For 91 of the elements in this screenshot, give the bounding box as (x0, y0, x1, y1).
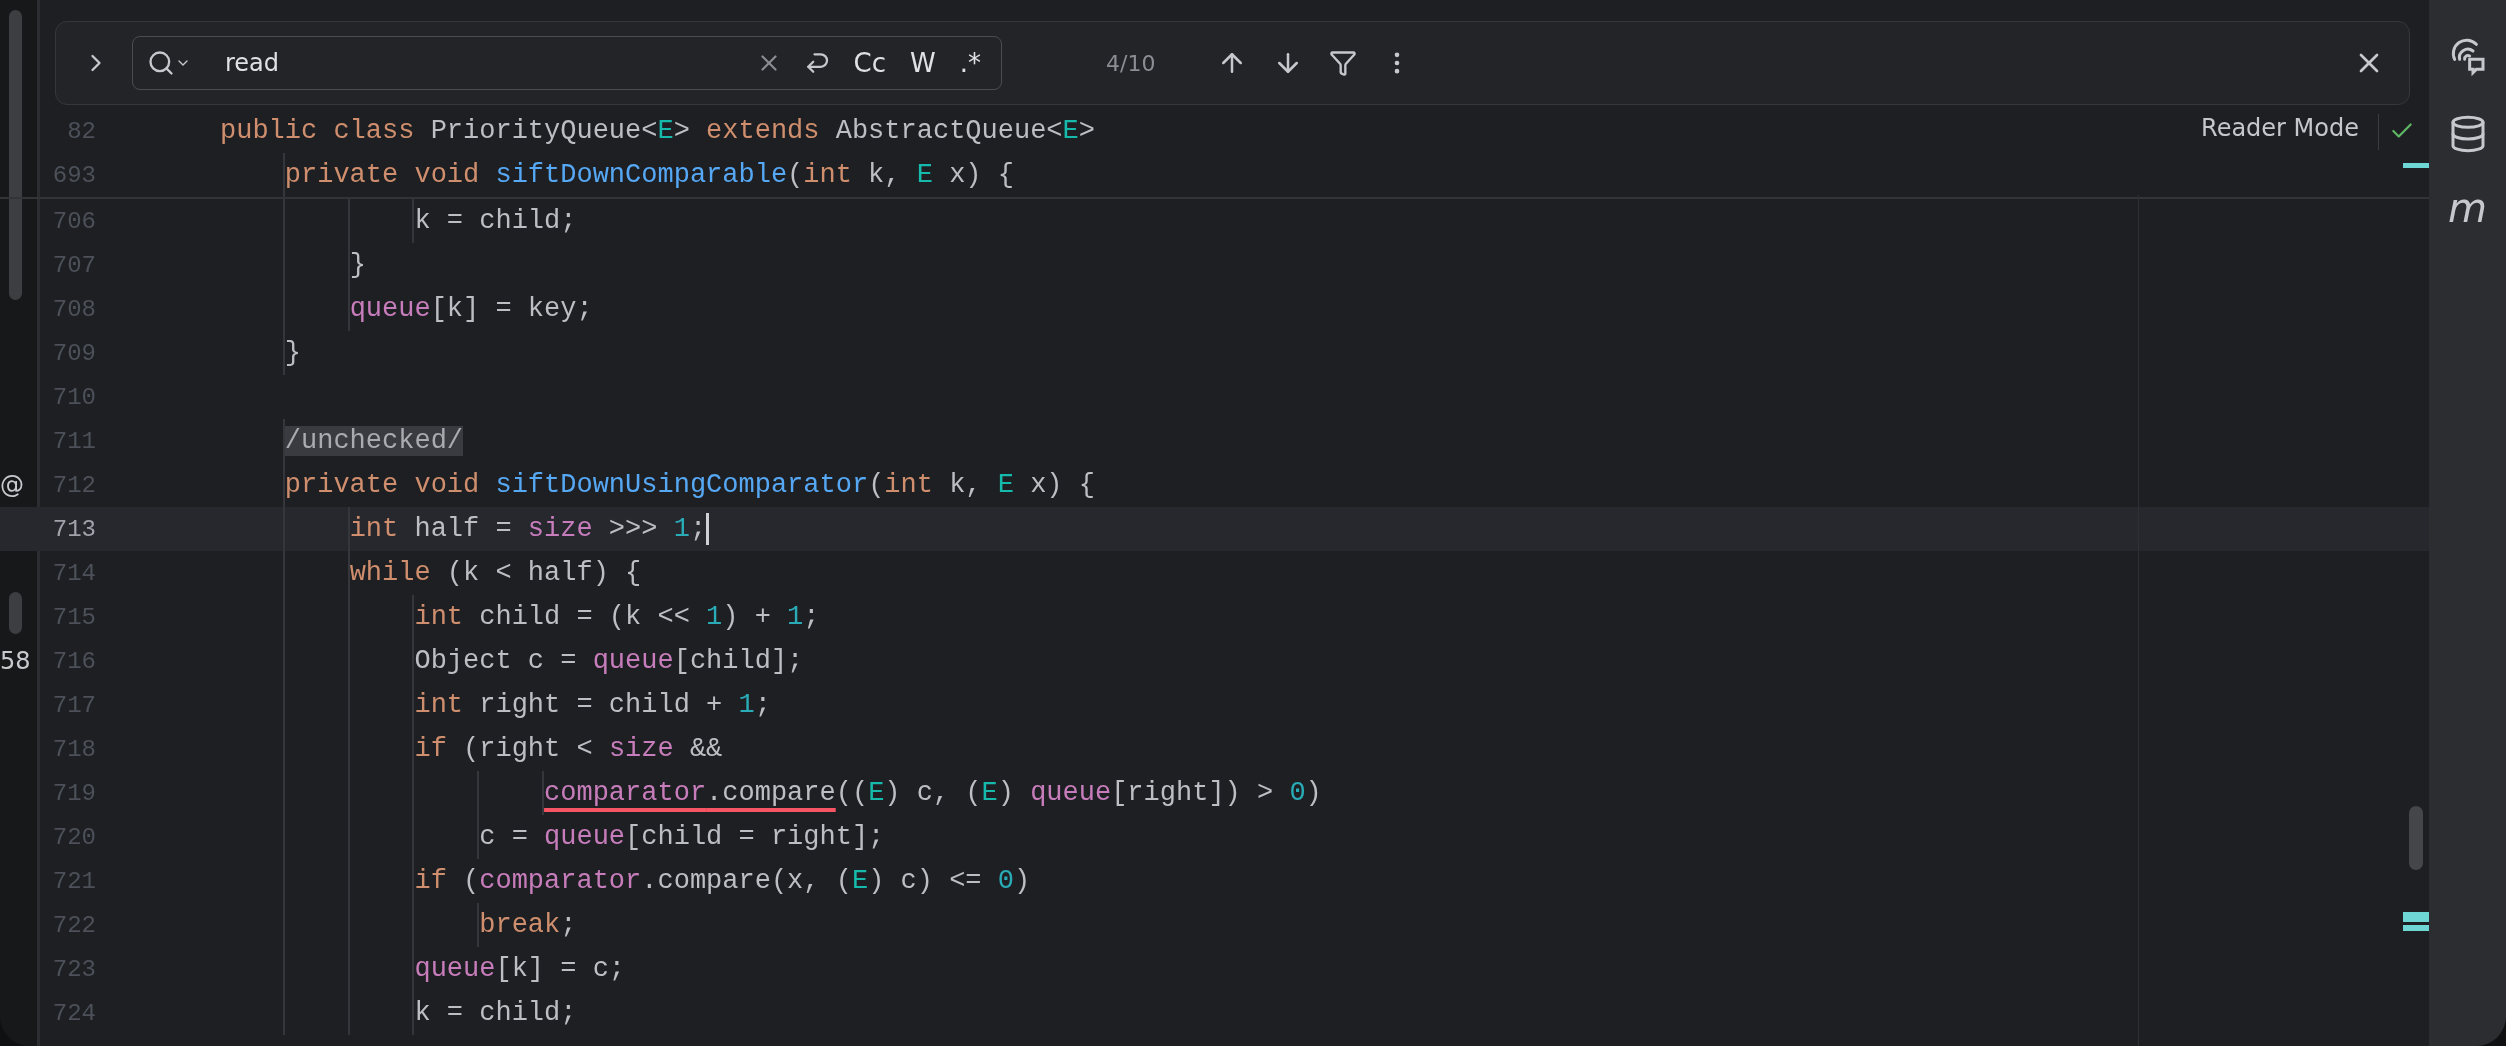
code-token: siftDownUsingComparator (495, 470, 869, 500)
code-token: size (527, 514, 593, 544)
code-token: half = (413, 514, 513, 544)
code-token: int (884, 470, 933, 500)
code-token: ; (754, 690, 771, 720)
code-token: siftDownComparable (495, 160, 788, 190)
code-token: break (479, 910, 561, 940)
code-token: >>> (607, 514, 659, 544)
code-token: ) c) <= (868, 866, 983, 896)
code-token: ) (1305, 778, 1322, 808)
code-token: queue (349, 294, 431, 324)
code-token: E (868, 778, 885, 808)
code-token: } (349, 250, 366, 280)
code-token: (right < (462, 734, 594, 764)
code-token: c = (479, 822, 529, 852)
code-token: comparator (544, 778, 707, 808)
code-token: x) { (1029, 470, 1095, 500)
edge-label: @ (0, 471, 24, 499)
code-token: ; (560, 910, 577, 940)
match-count: 4/10 (1106, 50, 1156, 76)
code-token: int (414, 690, 464, 720)
code-token: [child]; (673, 646, 804, 676)
code-token: E (997, 470, 1014, 500)
code-token: E (1062, 116, 1079, 146)
code-token: comparator (479, 866, 642, 896)
code-token: AbstractQueue< (834, 116, 1063, 146)
code-token: > (673, 116, 691, 146)
code-token: x) { (948, 160, 1014, 190)
search-field[interactable]: read (225, 45, 740, 81)
code-token: Object c = (414, 646, 578, 676)
code-token: ( (462, 866, 480, 896)
code-token: while (349, 558, 431, 588)
code-token: queue (592, 646, 674, 676)
code-token: E (657, 116, 674, 146)
code-token: right = child + (478, 690, 724, 720)
code-token: ; (803, 602, 820, 632)
plugin-tool-button[interactable]: m (2444, 188, 2491, 228)
code-token: 0 (997, 866, 1014, 896)
code-token: ( (787, 160, 804, 190)
code-token: int (349, 514, 399, 544)
code-token: if (414, 866, 447, 896)
code-token: [child = right]; (625, 822, 885, 852)
code-token: queue (414, 954, 496, 984)
code-token: ; (689, 514, 707, 544)
search-option-toggle[interactable]: Cc (847, 46, 892, 80)
reader-mode-button[interactable]: Reader Mode (2201, 114, 2359, 142)
code-token: queue (1030, 778, 1112, 808)
code-token: public class (220, 116, 415, 146)
code-token: child = (k << (478, 602, 691, 632)
code-token: 1 (787, 602, 804, 632)
code-token: size (608, 734, 674, 764)
code-token: (k < half) { (445, 558, 642, 588)
code-token: ) + (722, 602, 772, 632)
code-token: 1 (738, 690, 755, 720)
code-token: 1 (706, 602, 723, 632)
code-token: [right]) > (1111, 778, 1275, 808)
code-token: && (688, 734, 723, 764)
code-token: ) c, ( (884, 778, 982, 808)
code-token: PriorityQueue< (429, 116, 658, 146)
code-token: if (414, 734, 447, 764)
code-token: k, (867, 160, 902, 190)
code-token: ( (868, 470, 885, 500)
code-token: queue (544, 822, 626, 852)
code-token: k = child; (414, 998, 577, 1028)
search-option-toggle[interactable]: W (904, 46, 942, 80)
code-token: ) (997, 778, 1015, 808)
code-token: E (981, 778, 998, 808)
code-token: k = child; (414, 206, 577, 236)
code-token: ) (1013, 866, 1031, 896)
code-token: } (284, 338, 301, 368)
code-token: > (1078, 116, 1095, 146)
folded-comment[interactable]: /unchecked/ (284, 426, 464, 456)
code-token: 0 (1289, 778, 1306, 808)
code-token: extends (706, 116, 820, 146)
code-token: .compare(x, ( (641, 866, 852, 896)
edge-label: 58 (0, 647, 31, 675)
code-token: [k] = key; (430, 294, 593, 324)
code-token: int (803, 160, 852, 190)
code-token: E (916, 160, 933, 190)
line-number: 713 (51, 515, 96, 543)
code-token: private void (284, 160, 481, 190)
code-token: [k] = c; (495, 954, 626, 984)
search-field[interactable]: read Cc W .* (132, 36, 1002, 90)
code-token: int (414, 602, 464, 632)
code-token: .compare (706, 778, 836, 808)
code-token: 1 (673, 514, 690, 544)
code-token: E (851, 866, 869, 896)
code-token: (( (835, 778, 869, 808)
code-token: private void (284, 470, 481, 500)
code-token: k, (948, 470, 983, 500)
search-option-toggle[interactable]: .* (953, 46, 987, 80)
